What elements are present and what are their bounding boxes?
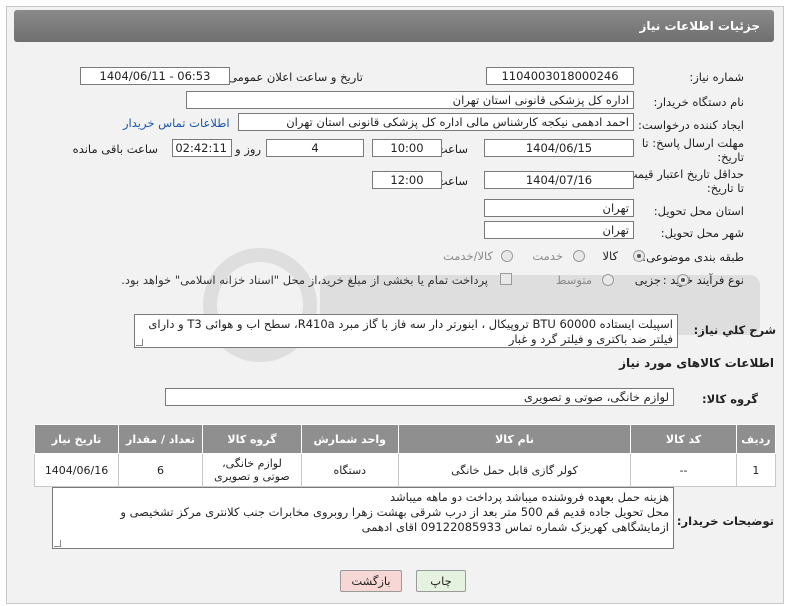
buyer-notes-line-1: هزینه حمل بعهده فروشنده میباشد پرداخت دو… [389,490,669,504]
process-partial-label: جزیی [634,273,661,287]
cell-group: لوازم خانگی، صوتی و تصویری [202,453,302,487]
validity-label-2: تا تاریخ: [706,181,744,195]
goods-group-label: گروه کالا: [702,392,758,406]
goods-section-title: اطلاعات کالاهای مورد نیاز [619,356,774,370]
remaining-label: ساعت باقی مانده [72,142,158,156]
category-service-label: خدمت [532,249,563,263]
validity-time-field: 12:00 [372,171,442,189]
cell-code: -- [630,453,737,487]
category-both-label: کالا/خدمت [442,249,493,263]
creator-field: احمد ادهمی نیکجه کارشناس مالی اداره کل پ… [238,113,634,131]
col-row: ردیف [735,424,777,454]
buyer-notes-line-3: ازمایشگاهی کهریزک شماره تماس 09122085933… [361,520,669,534]
process-medium-radio[interactable] [602,274,614,286]
announce-field: 1404/06/11 - 06:53 [80,67,230,85]
col-group: گروه کالا [202,424,302,454]
need-number-field: 1104003018000246 [486,67,634,85]
deadline-time-field: 10:00 [372,139,442,157]
buyer-notes-label: توضیحات خریدار: [676,514,774,528]
buyer-org-field: اداره کل پزشکی قانونی استان تهران [186,91,634,109]
description-field: اسپیلت ایستاده BTU 60000 تروپیکال ، اینو… [134,314,678,348]
announce-label: تاریخ و ساعت اعلان عمومی: [224,70,363,84]
deadline-date-field: 1404/06/15 [484,139,634,157]
creator-label: ایجاد کننده درخواست: [638,118,744,132]
category-service-radio[interactable] [573,250,585,262]
city-label: شهر محل تحویل: [660,226,744,240]
category-both-radio[interactable] [501,250,513,262]
treasury-payment-checkbox[interactable] [500,273,512,285]
cell-unit: دستگاه [300,453,399,487]
deadline-label-2: تاریخ: [717,150,744,164]
category-label: طبقه بندی موضوعی: [642,250,744,264]
validity-date-field: 1404/07/16 [484,171,634,189]
cell-date: 1404/06/16 [33,453,120,487]
cell-name: کولر گازی قابل حمل خانگی [397,453,632,487]
description-label: شرح كلي نياز: [693,323,776,337]
table-row[interactable]: 1 -- کولر گازی قابل حمل خانگی دستگاه لوا… [33,453,777,487]
cell-group-line1: لوازم خانگی، [222,457,282,470]
process-label: نوع فرآیند خرید : [662,273,744,287]
col-date: تاریخ نیاز [33,424,120,454]
table-header-row: ردیف کد کالا نام کالا واحد شمارش گروه کا… [33,424,777,454]
deadline-label: مهلت ارسال پاسخ: تا [641,136,744,150]
resize-handle-icon[interactable] [136,339,143,346]
process-medium-label: متوسط [555,273,592,287]
need-number-label: شماره نیاز: [689,70,744,84]
goods-table: ردیف کد کالا نام کالا واحد شمارش گروه کا… [33,424,777,487]
buyer-contact-link[interactable]: اطلاعات تماس خریدار [123,116,230,130]
validity-label: حداقل تاریخ اعتبار قیمت: [622,167,744,181]
page-header: جزئیات اطلاعات نیاز [14,10,774,42]
cell-group-line2: صوتی و تصویری [214,470,290,483]
days-label: روز و [235,142,261,156]
cell-row: 1 [735,453,777,487]
buyer-notes-line-2: محل تحویل جاده قدیم قم 500 متر بعد از در… [120,505,669,519]
days-field: 4 [266,139,364,157]
remaining-time-field: 02:42:11 [172,139,232,157]
payment-note: پرداخت تمام یا بخشی از مبلغ خرید،از محل … [121,273,488,287]
cell-qty: 6 [118,453,204,487]
col-code: کد کالا [630,424,737,454]
category-goods-radio[interactable] [633,250,645,262]
city-field: تهران [484,221,634,239]
category-goods-label: کالا [602,249,618,263]
col-qty: تعداد / مقدار [118,424,204,454]
col-name: نام کالا [397,424,632,454]
col-unit: واحد شمارش [300,424,399,454]
buyer-notes-field: هزینه حمل بعهده فروشنده میباشد پرداخت دو… [52,487,674,549]
notes-resize-handle-icon[interactable] [54,540,61,547]
province-label: استان محل تحویل: [653,204,744,218]
print-button[interactable]: چاپ [416,570,466,592]
goods-group-field: لوازم خانگی، صوتی و تصویری [165,388,674,406]
process-partial-radio[interactable] [677,274,689,286]
province-field: تهران [484,199,634,217]
page-title: جزئیات اطلاعات نیاز [639,19,760,33]
back-button[interactable]: بازگشت [340,570,402,592]
buyer-org-label: نام دستگاه خریدار: [653,95,744,109]
